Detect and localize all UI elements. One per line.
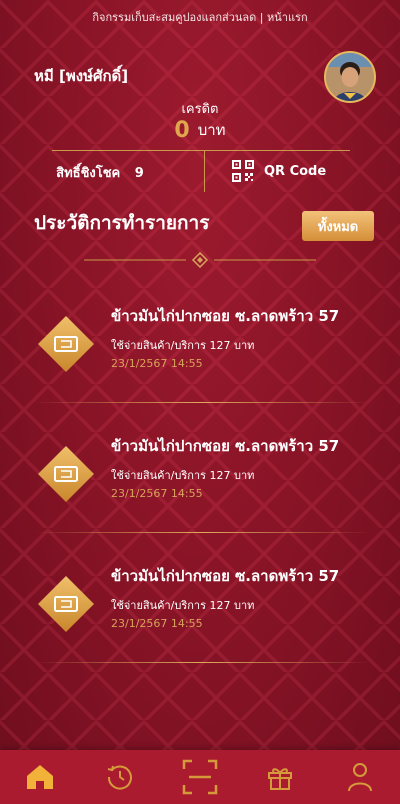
shop-name: ข้าวมันไก่ปากซอย ซ.ลาดพร้าว 57 <box>111 567 340 585</box>
profile-icon <box>348 763 372 792</box>
spend-detail: ใช้จ่ายสินค้า/บริการ 127 บาท <box>111 339 255 352</box>
timestamp: 23/1/2567 14:55 <box>111 617 203 630</box>
item-divider <box>34 402 370 403</box>
list-item[interactable]: ข้าวมันไก่ปากซอย ซ.ลาดพร้าว 57 ใช้จ่ายสิ… <box>0 434 400 554</box>
list-item[interactable]: ข้าวมันไก่ปากซอย ซ.ลาดพร้าว 57 ใช้จ่ายสิ… <box>0 304 400 424</box>
ornament-divider <box>84 252 316 268</box>
scan-icon <box>182 759 218 795</box>
view-all-button[interactable]: ทั้งหมด <box>302 211 374 241</box>
stats-divider <box>204 150 205 192</box>
history-title: ประวัติการทำรายการ <box>34 212 210 234</box>
gift-icon <box>268 768 292 790</box>
qr-code-label: QR Code <box>264 163 327 179</box>
item-divider <box>34 662 370 663</box>
user-avatar-photo-icon <box>326 53 374 101</box>
lucky-chance-value: 9 <box>134 166 144 181</box>
lucky-chance-label: สิทธิ์ชิงโชค <box>56 166 121 181</box>
timestamp: 23/1/2567 14:55 <box>111 487 203 500</box>
shop-name: ข้าวมันไก่ปากซอย ซ.ลาดพร้าว 57 <box>111 437 340 455</box>
history-icon <box>107 765 132 790</box>
list-item[interactable]: ข้าวมันไก่ปากซอย ซ.ลาดพร้าว 57 ใช้จ่ายสิ… <box>0 564 400 684</box>
credit-label: เครดิต <box>181 102 219 117</box>
item-divider <box>34 532 370 533</box>
coupon-icon <box>38 576 94 632</box>
spend-detail: ใช้จ่ายสินค้า/บริการ 127 บาท <box>111 599 255 612</box>
lucky-chance: สิทธิ์ชิงโชค 9 <box>0 162 200 183</box>
nav-scan[interactable] <box>180 757 220 797</box>
nav-profile[interactable] <box>340 757 380 797</box>
credit-divider <box>52 150 350 151</box>
nav-history[interactable] <box>100 757 140 797</box>
user-name: หมี [พงษ์ศักดิ์] <box>34 67 129 85</box>
avatar[interactable] <box>324 51 376 103</box>
qr-code-button[interactable]: QR Code <box>232 160 326 182</box>
credit-unit: บาท <box>197 121 226 139</box>
nav-gift[interactable] <box>260 757 300 797</box>
page-title: กิจกรรมเก็บสะสมคูปองแลกส่วนลด | หน้าแรก <box>92 11 308 24</box>
nav-home[interactable] <box>20 757 60 797</box>
coupon-icon <box>38 316 94 372</box>
coupon-icon <box>38 446 94 502</box>
qr-code-icon <box>232 160 254 182</box>
credit-amount-row: 0 บาท <box>0 118 400 143</box>
shop-name: ข้าวมันไก่ปากซอย ซ.ลาดพร้าว 57 <box>111 307 340 325</box>
timestamp: 23/1/2567 14:55 <box>111 357 203 370</box>
bottom-nav <box>0 750 400 804</box>
spend-detail: ใช้จ่ายสินค้า/บริการ 127 บาท <box>111 469 255 482</box>
home-icon <box>27 765 53 789</box>
credit-amount: 0 <box>174 118 190 143</box>
